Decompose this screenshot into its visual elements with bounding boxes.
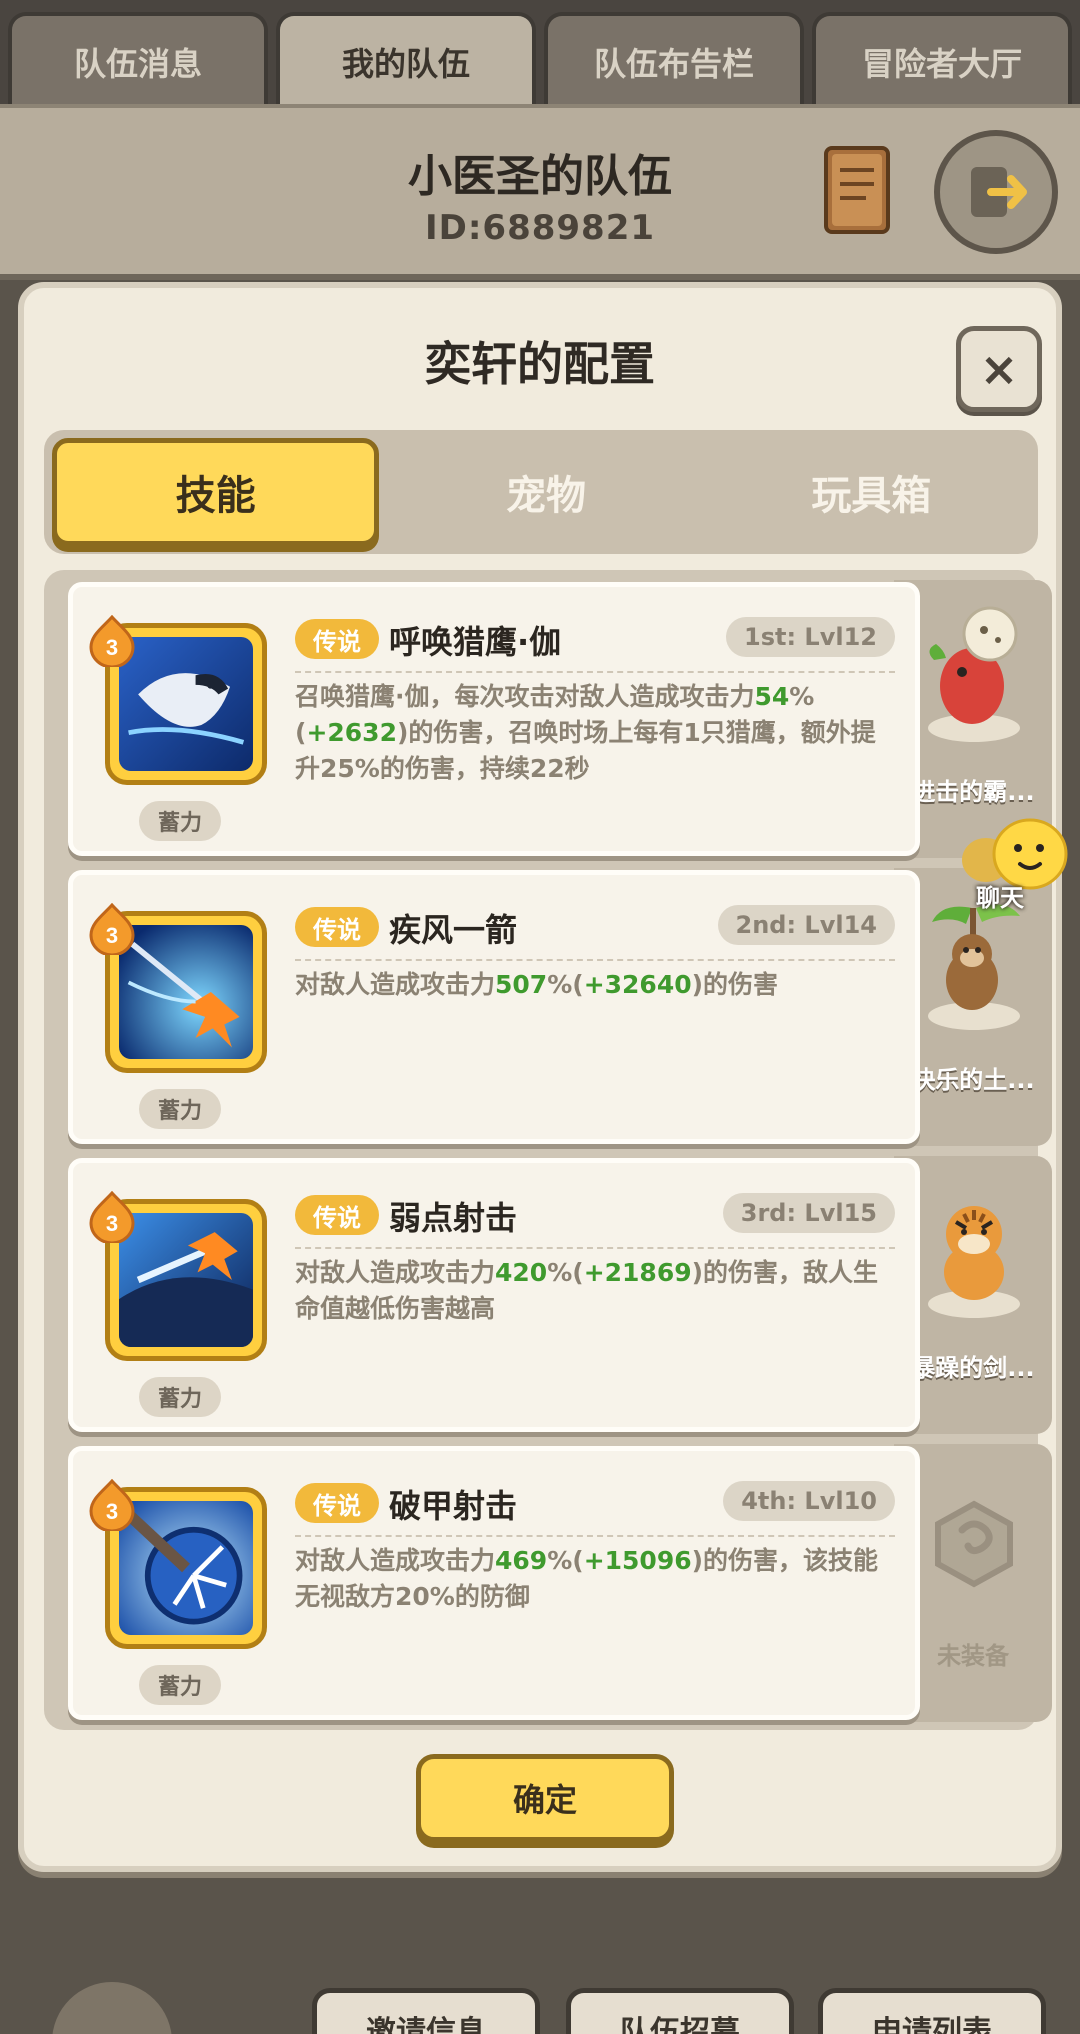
skill-description: 对敌人造成攻击力420%(+21869)的伤害，敌人生命值越低伤害越高 xyxy=(295,1255,885,1327)
skill-description: 对敌人造成攻击力469%(+15096)的伤害，该技能无视敌方20%的防御 xyxy=(295,1543,885,1615)
desc-text: )的伤害 xyxy=(691,970,779,999)
rarity-tag: 传说 xyxy=(295,907,379,947)
close-button[interactable]: × xyxy=(956,326,1042,412)
slot-level: 3rd: Lvl15 xyxy=(722,1193,895,1233)
charge-tag: 蓄力 xyxy=(139,801,221,841)
back-button[interactable] xyxy=(52,1982,172,2034)
level-badge-icon: 3 xyxy=(89,1479,135,1531)
tab-adventurer-hall[interactable]: 冒险者大厅 xyxy=(812,12,1072,108)
desc-highlight: +2632 xyxy=(306,718,397,747)
team-name: 小医圣的队伍 xyxy=(408,151,672,202)
desc-text: %( xyxy=(547,1258,584,1287)
arrow-skill-icon xyxy=(119,925,253,1059)
divider xyxy=(295,959,895,961)
slot-level: 4th: Lvl10 xyxy=(723,1481,895,1521)
rarity-tag: 传说 xyxy=(295,619,379,659)
confirm-button[interactable]: 确定 xyxy=(416,1754,674,1842)
team-header: 小医圣的队伍 ID:6889821 xyxy=(0,104,1080,280)
level-badge-icon: 3 xyxy=(89,615,135,667)
application-list-button[interactable]: 申请列表 xyxy=(818,1988,1046,2034)
skill-card-2[interactable]: 3 蓄力 传说 疾风一箭 2nd: Lvl14 对敌人造成攻击力507%(+32… xyxy=(68,870,920,1144)
skill-list: 进击的霸... 快乐的土... 暴躁的剑... 未装备 3 蓄力 传说 呼唤猎鹰… xyxy=(44,570,1052,1730)
exit-team-button[interactable] xyxy=(934,130,1058,254)
skill-name: 破甲射击 xyxy=(389,1487,518,1525)
tab-team-bulletin[interactable]: 队伍布告栏 xyxy=(544,12,804,108)
skill-name: 疾风一箭 xyxy=(389,911,518,949)
skill-description: 对敌人造成攻击力507%(+32640)的伤害 xyxy=(295,967,885,1003)
desc-highlight: +21869 xyxy=(583,1258,692,1287)
rarity-tag: 传说 xyxy=(295,1195,379,1235)
slot-level: 1st: Lvl12 xyxy=(726,617,895,657)
desc-text: %( xyxy=(547,1546,584,1575)
desc-text: 对敌人造成攻击力 xyxy=(295,1546,496,1575)
skill-card-4[interactable]: 3 蓄力 传说 破甲射击 4th: Lvl10 对敌人造成攻击力469%(+15… xyxy=(68,1446,920,1720)
armor-break-shot-icon xyxy=(119,1501,253,1635)
desc-highlight: 54 xyxy=(754,682,790,711)
charge-tag: 蓄力 xyxy=(139,1377,221,1417)
tab-toybox[interactable]: 玩具箱 xyxy=(713,438,1030,546)
falcon-skill-icon xyxy=(119,637,253,771)
divider xyxy=(295,1247,895,1249)
pet-label: 快乐的土... xyxy=(911,1066,1035,1094)
desc-text: 对敌人造成攻击力 xyxy=(295,1258,496,1287)
divider xyxy=(295,1535,895,1537)
tab-skills[interactable]: 技能 xyxy=(52,438,380,546)
tab-my-team[interactable]: 我的队伍 xyxy=(276,12,536,108)
skill-description: 召唤猎鹰·伽，每次攻击对敌人造成攻击力54%(+2632)的伤害，召唤时场上每有… xyxy=(295,679,885,787)
charge-tag: 蓄力 xyxy=(139,1089,221,1129)
exit-icon xyxy=(971,167,1027,217)
scroll-icon[interactable] xyxy=(818,142,896,238)
team-recruit-button[interactable]: 队伍招募 xyxy=(566,1988,794,2034)
team-id: ID:6889821 xyxy=(424,208,656,248)
level-badge-icon: 3 xyxy=(89,1191,135,1243)
bottom-bar: 邀请信息 队伍招募 申请列表 xyxy=(0,1872,1080,2034)
config-tab-bar: 技能 宠物 玩具箱 xyxy=(44,430,1038,554)
svg-text:3: 3 xyxy=(106,923,118,948)
tab-team-messages[interactable]: 队伍消息 xyxy=(8,12,268,108)
chat-label: 聊天 xyxy=(976,884,1024,912)
slot-level: 2nd: Lvl14 xyxy=(717,905,895,945)
skill-name: 弱点射击 xyxy=(389,1199,518,1237)
tab-pets[interactable]: 宠物 xyxy=(387,438,704,546)
empty-slot-icon xyxy=(935,1500,1013,1588)
invite-info-button[interactable]: 邀请信息 xyxy=(312,1988,540,2034)
desc-highlight: +15096 xyxy=(583,1546,692,1575)
red-dino-pet-icon xyxy=(928,606,1020,742)
desc-text: 对敌人造成攻击力 xyxy=(295,970,496,999)
desc-highlight: +32640 xyxy=(583,970,692,999)
top-tab-bar: 队伍消息 我的队伍 队伍布告栏 冒险者大厅 xyxy=(0,0,1080,108)
desc-highlight: 469 xyxy=(495,1546,548,1575)
svg-text:3: 3 xyxy=(106,1499,118,1524)
dialog-title: 奕轩的配置 xyxy=(425,337,655,391)
weak-point-shot-icon xyxy=(119,1213,253,1347)
level-badge-icon: 3 xyxy=(89,903,135,955)
config-dialog: 奕轩的配置 × 技能 宠物 玩具箱 进击的霸... 快乐的土... 暴躁的剑..… xyxy=(18,282,1062,1872)
skill-card-3[interactable]: 3 蓄力 传说 弱点射击 3rd: Lvl15 对敌人造成攻击力420%(+21… xyxy=(68,1158,920,1432)
svg-text:3: 3 xyxy=(106,635,118,660)
rarity-tag: 传说 xyxy=(295,1483,379,1523)
tiger-pet-icon xyxy=(928,1206,1020,1318)
desc-text: 召唤猎鹰·伽，每次攻击对敌人造成攻击力 xyxy=(295,682,755,711)
desc-highlight: 507 xyxy=(495,970,548,999)
svg-text:3: 3 xyxy=(106,1211,118,1236)
pet-label: 未装备 xyxy=(937,1642,1009,1670)
pet-label: 暴躁的剑... xyxy=(911,1354,1035,1382)
desc-highlight: 420 xyxy=(495,1258,548,1287)
divider xyxy=(295,671,895,673)
skill-name: 呼唤猎鹰·伽 xyxy=(389,623,562,661)
charge-tag: 蓄力 xyxy=(139,1665,221,1705)
skill-card-1[interactable]: 3 蓄力 传说 呼唤猎鹰·伽 1st: Lvl12 召唤猎鹰·伽，每次攻击对敌人… xyxy=(68,582,920,856)
pet-label: 进击的霸... xyxy=(911,778,1035,806)
desc-text: %( xyxy=(547,970,584,999)
